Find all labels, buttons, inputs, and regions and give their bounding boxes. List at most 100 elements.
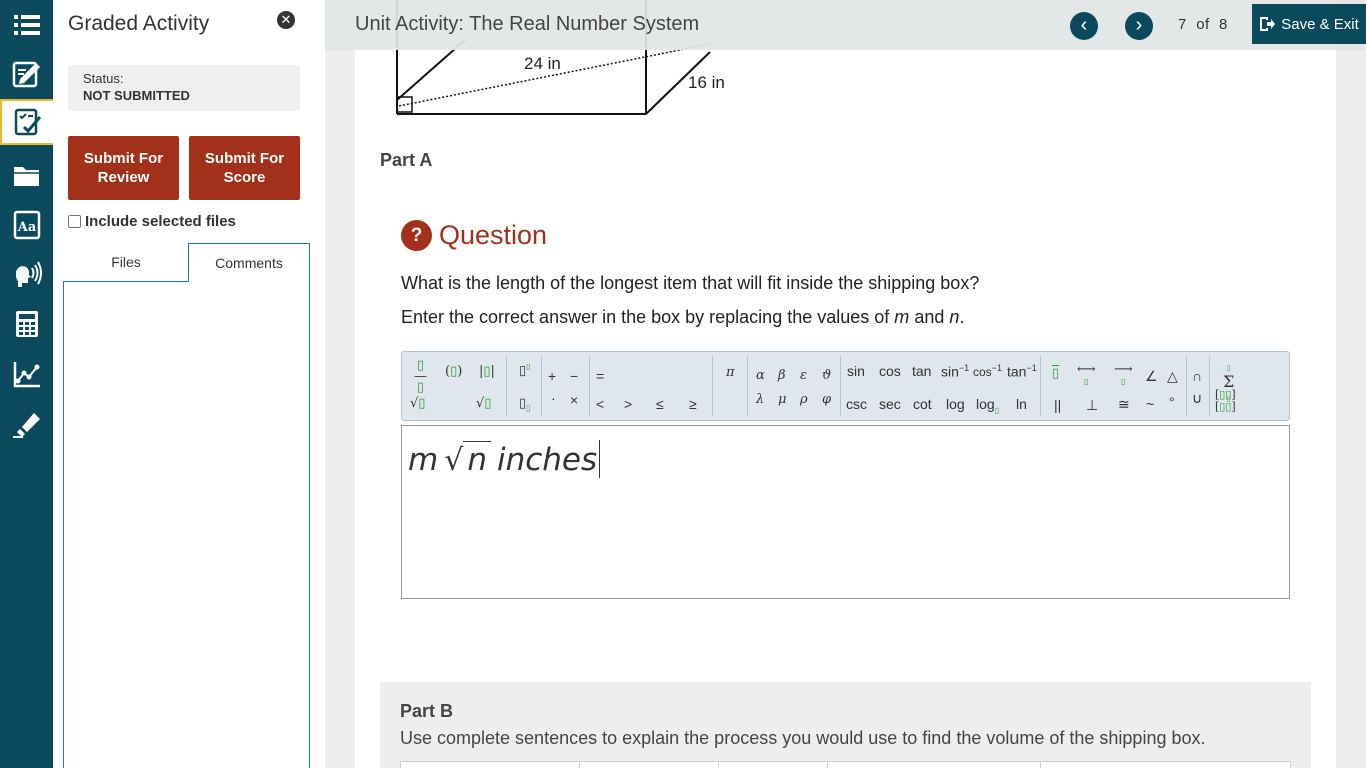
plus-tool[interactable]: + <box>548 368 556 384</box>
next-button[interactable]: › <box>1125 12 1153 40</box>
panel-title: Graded Activity <box>68 12 210 35</box>
cos-tool[interactable]: cos <box>879 363 901 379</box>
sin-tool[interactable]: sin <box>847 363 865 379</box>
lambda-tool[interactable]: λ <box>756 392 764 407</box>
graph-icon[interactable] <box>0 351 53 397</box>
minus-tool[interactable]: − <box>570 368 578 384</box>
question-header: ? Question <box>401 220 547 251</box>
parentheses-tool[interactable]: (▯) <box>445 364 462 379</box>
nth-root-tool[interactable]: √▯ <box>476 396 491 411</box>
submit-for-review-button[interactable]: Submit For Review <box>68 136 179 200</box>
log-base-tool[interactable]: log▯ <box>976 396 999 415</box>
cot-tool[interactable]: cot <box>913 396 932 412</box>
theta-tool[interactable]: ϑ <box>822 368 831 383</box>
tab-comments[interactable]: Comments <box>188 243 310 282</box>
include-files-checkbox[interactable] <box>68 215 81 228</box>
arcsin-tool[interactable]: sin−1 <box>941 363 969 380</box>
sec-tool[interactable]: sec <box>879 396 901 412</box>
include-files-label: Include selected files <box>85 213 236 230</box>
part-b-section <box>380 682 1311 768</box>
less-equal-tool[interactable]: ≤ <box>656 396 664 412</box>
side-label: 16 in <box>688 73 725 92</box>
instruction-and: and <box>914 307 945 327</box>
calculator-icon[interactable] <box>0 301 53 347</box>
panel-tabs: Files Comments <box>63 243 310 768</box>
overline-tool[interactable]: ▯ <box>1052 366 1059 381</box>
tab-files[interactable]: Files <box>63 243 189 282</box>
speak-icon[interactable] <box>0 251 53 297</box>
status-label: Status: <box>83 71 124 86</box>
question-instruction: Enter the correct answer in the box by r… <box>401 307 964 328</box>
congruent-tool[interactable]: ≅ <box>1118 396 1130 413</box>
parallel-tool[interactable]: || <box>1054 397 1061 413</box>
answer-expression: m √ n inches <box>408 440 601 478</box>
rho-tool[interactable]: ρ <box>800 392 808 407</box>
tool-rail: Aa <box>0 0 62 768</box>
fraction-tool[interactable]: ▯ — ▯ <box>414 359 427 394</box>
submit-for-score-button[interactable]: Submit For Score <box>189 136 300 200</box>
list-icon[interactable] <box>0 2 53 48</box>
triangle-tool[interactable]: △ <box>1167 368 1178 385</box>
text-cursor <box>599 440 601 478</box>
equals-tool[interactable]: = <box>596 368 604 384</box>
part-b-question: Use complete sentences to explain the pr… <box>400 728 1206 748</box>
answer-sqrt: √ n <box>444 441 491 478</box>
times-tool[interactable]: × <box>570 392 578 408</box>
tan-tool[interactable]: tan <box>912 363 931 379</box>
pi-tool[interactable]: π <box>726 365 735 380</box>
union-tool[interactable]: ∪ <box>1192 390 1202 407</box>
arccos-tool[interactable]: cos−1 <box>973 363 1002 379</box>
mu-tool[interactable]: μ <box>778 392 786 407</box>
diagonal-label: 24 in <box>524 54 561 73</box>
similar-tool[interactable]: ~ <box>1146 396 1154 412</box>
csc-tool[interactable]: csc <box>846 396 867 412</box>
part-b-title: Part B <box>400 701 454 721</box>
close-icon[interactable]: ✕ <box>277 11 295 29</box>
edit-icon[interactable] <box>0 51 53 97</box>
matrix-tool[interactable]: [▯▯] [▯▯] <box>1215 389 1236 413</box>
page-indicator: 7 of 8 <box>1178 16 1228 33</box>
page-total: 8 <box>1219 16 1228 33</box>
ln-tool[interactable]: ln <box>1016 396 1027 412</box>
part-b-editor-toolbar[interactable] <box>400 761 1291 768</box>
alpha-tool[interactable]: α <box>756 368 765 383</box>
var-m: m <box>894 307 910 327</box>
folder-icon[interactable] <box>0 152 53 198</box>
superscript-tool[interactable]: ▯▯ <box>519 362 531 378</box>
sqrt-tool[interactable]: √▯ <box>410 396 425 411</box>
include-files-row[interactable]: Include selected files <box>68 213 236 230</box>
page-current: 7 <box>1178 16 1187 33</box>
beta-tool[interactable]: β <box>778 368 786 383</box>
intersection-tool[interactable]: ∩ <box>1192 368 1202 384</box>
ray-tool[interactable]: ⟶ ▯ <box>1114 363 1133 387</box>
status-box: Status: NOT SUBMITTED <box>68 65 300 111</box>
save-exit-label: Save & Exit <box>1281 15 1359 33</box>
phi-tool[interactable]: φ <box>822 392 831 407</box>
line-tool[interactable]: ⟷ ▯ <box>1077 363 1096 387</box>
status-value: NOT SUBMITTED <box>83 88 190 103</box>
absolute-value-tool[interactable]: |▯| <box>479 364 495 379</box>
less-than-tool[interactable]: < <box>596 396 604 412</box>
dot-tool[interactable]: · <box>551 390 556 406</box>
answer-input[interactable]: m √ n inches <box>401 425 1290 599</box>
part-a-title: Part A <box>380 150 433 170</box>
save-exit-button[interactable]: Save & Exit <box>1252 4 1366 44</box>
epsilon-tool[interactable]: ε <box>800 368 807 383</box>
equation-toolbar: ▯ — ▯ (▯) |▯| √▯ √▯ ▯▯ ▯▯ + − · × = < > ≤ … <box>401 351 1290 421</box>
perpendicular-tool[interactable]: ⊥ <box>1086 397 1098 414</box>
instruction-end: . <box>959 307 965 327</box>
greater-equal-tool[interactable]: ≥ <box>689 396 697 412</box>
answer-m: m <box>408 442 439 478</box>
glossary-icon[interactable]: Aa <box>0 202 53 248</box>
degree-tool[interactable]: ° <box>1169 394 1175 410</box>
checklist-icon[interactable] <box>0 99 62 145</box>
previous-button[interactable]: ‹ <box>1070 12 1098 40</box>
graded-activity-panel: Graded Activity ✕ Status: NOT SUBMITTED … <box>53 0 325 768</box>
angle-tool[interactable]: ∠ <box>1145 368 1158 385</box>
greater-than-tool[interactable]: > <box>624 396 632 412</box>
highlighter-icon[interactable] <box>0 401 53 447</box>
log-tool[interactable]: log <box>946 396 965 412</box>
subscript-tool[interactable]: ▯▯ <box>519 396 531 413</box>
arctan-tool[interactable]: tan−1 <box>1007 363 1037 380</box>
question-label: Question <box>439 220 548 250</box>
